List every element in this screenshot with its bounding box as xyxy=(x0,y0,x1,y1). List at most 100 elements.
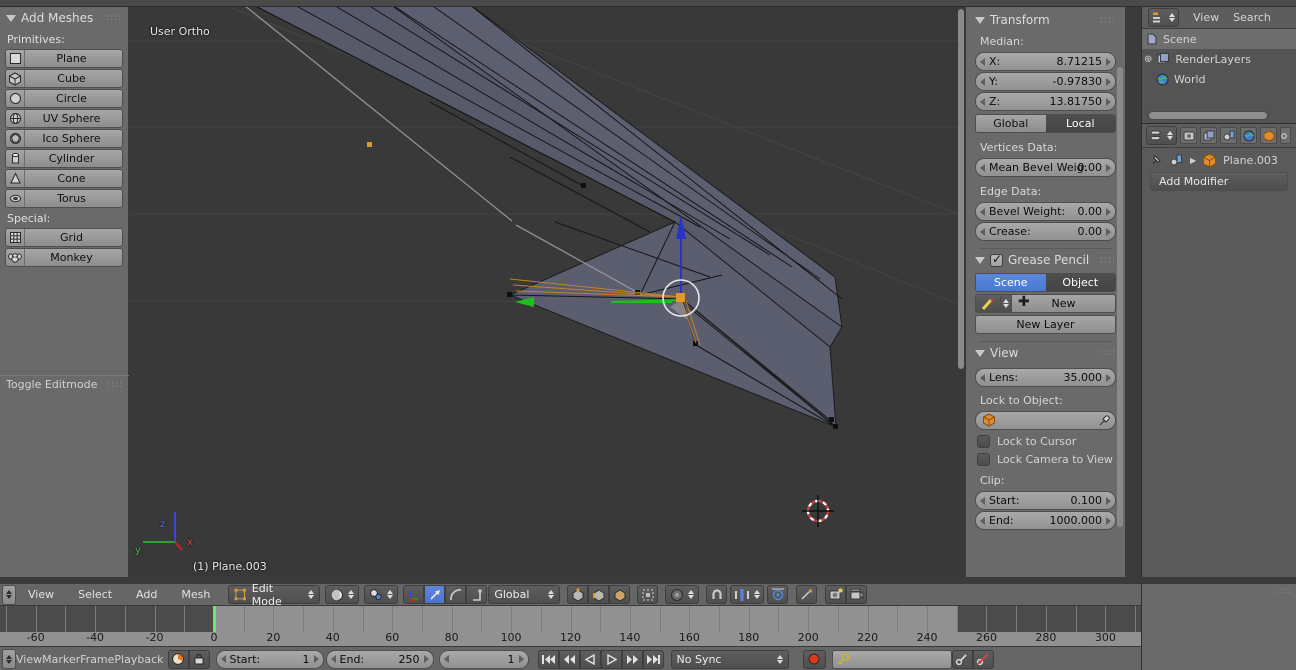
transform-panel-header[interactable]: Transform :::: xyxy=(975,13,1116,27)
collapse-triangle-icon[interactable] xyxy=(975,256,985,264)
lock-camera-to-view-checkbox[interactable] xyxy=(977,453,990,466)
occlude-geometry-icon[interactable] xyxy=(637,585,659,604)
npanel-scrollbar[interactable] xyxy=(1116,7,1124,577)
increment-arrow-icon[interactable] xyxy=(1106,516,1111,525)
outliner-row-renderlayers[interactable]: ⊕ RenderLayers xyxy=(1142,49,1296,69)
increment-arrow-icon[interactable] xyxy=(518,655,524,663)
edge-select-icon[interactable] xyxy=(588,585,610,604)
record-icon[interactable] xyxy=(802,649,826,669)
manipulator-group[interactable] xyxy=(403,585,488,604)
editor-type-selector[interactable] xyxy=(1146,126,1177,145)
timeline-menu-frame[interactable]: Frame xyxy=(80,653,114,666)
decrement-arrow-icon[interactable] xyxy=(980,496,985,505)
gp-brush-icon[interactable] xyxy=(975,294,1001,313)
increment-arrow-icon[interactable] xyxy=(1106,163,1111,172)
keying-buttons-group[interactable] xyxy=(951,649,994,669)
decrement-arrow-icon[interactable] xyxy=(980,97,985,106)
viewport-canvas[interactable] xyxy=(130,7,965,577)
3d-viewport[interactable]: User Ortho (1) Plane.003 z y x xyxy=(130,7,965,577)
delete-keyframe-icon[interactable] xyxy=(972,649,994,669)
decrement-arrow-icon[interactable] xyxy=(980,516,985,525)
outliner-row-scene[interactable]: Scene xyxy=(1142,29,1296,49)
add-circle-button[interactable]: Circle xyxy=(5,89,123,108)
clip-start-field[interactable]: Start: 0.100 xyxy=(975,491,1116,510)
play-reverse-icon[interactable] xyxy=(579,649,601,669)
pivot-point-selector[interactable] xyxy=(665,585,700,604)
increment-arrow-icon[interactable] xyxy=(1106,57,1111,66)
gp-new-button[interactable]: ✚ New xyxy=(1012,294,1116,313)
render-opengl-anim-icon[interactable] xyxy=(846,585,868,604)
current-frame-field[interactable]: 1 xyxy=(438,649,529,669)
tab-constraint-icon[interactable] xyxy=(1280,127,1291,144)
grease-pencil-checkbox[interactable] xyxy=(990,252,1003,267)
tab-renderlayers-icon[interactable] xyxy=(1200,127,1217,144)
manipulator-translate-icon[interactable] xyxy=(424,585,446,604)
timeline-menu-marker[interactable]: Marker xyxy=(42,653,80,666)
increment-arrow-icon[interactable] xyxy=(313,655,319,663)
increment-arrow-icon[interactable] xyxy=(423,655,429,663)
use-preview-range-icon[interactable] xyxy=(167,649,189,669)
collapse-triangle-icon[interactable] xyxy=(6,14,16,22)
lens-field[interactable]: Lens: 35.000 xyxy=(975,368,1116,387)
menu-mesh[interactable]: Mesh xyxy=(169,584,222,606)
lock-to-cursor-row[interactable]: Lock to Cursor xyxy=(977,435,1116,448)
region-grip-icon[interactable]: :::: xyxy=(1276,586,1292,596)
add-uv-sphere-button[interactable]: UV Sphere xyxy=(5,109,123,128)
keying-set-field[interactable] xyxy=(831,649,952,669)
end-frame-field[interactable]: End: 250 xyxy=(325,649,434,669)
increment-arrow-icon[interactable] xyxy=(1106,496,1111,505)
toggle-editmode-label[interactable]: Toggle Editmode xyxy=(6,378,97,391)
panel-grip-icon[interactable]: :::: xyxy=(1100,15,1116,25)
main-menu-bar[interactable] xyxy=(0,0,1296,7)
editor-type-corner-widget[interactable] xyxy=(2,649,16,669)
outliner-menu-view[interactable]: View xyxy=(1193,11,1219,24)
timeline-menu-view[interactable]: View xyxy=(16,653,42,666)
collapse-triangle-icon[interactable] xyxy=(975,349,985,357)
median-y-field[interactable]: Y: -0.97830 xyxy=(975,72,1116,91)
menu-add[interactable]: Add xyxy=(124,584,169,606)
outliner-row-world[interactable]: World xyxy=(1142,69,1296,89)
pivot-selector[interactable] xyxy=(364,585,399,604)
panel-grip-icon[interactable]: :::: xyxy=(1100,348,1116,358)
transport-controls[interactable] xyxy=(537,649,664,669)
jump-start-icon[interactable] xyxy=(537,649,559,669)
menu-select[interactable]: Select xyxy=(66,584,124,606)
median-z-field[interactable]: Z: 13.81750 xyxy=(975,92,1116,111)
panel-grip-icon[interactable]: :::: xyxy=(106,13,122,23)
insert-keyframe-icon[interactable] xyxy=(951,649,973,669)
expand-icon[interactable]: ⊕ xyxy=(1144,54,1152,65)
decrement-arrow-icon[interactable] xyxy=(330,655,336,663)
lock-time-icon[interactable] xyxy=(188,649,210,669)
lock-to-object-field[interactable] xyxy=(975,411,1116,430)
decrement-arrow-icon[interactable] xyxy=(980,227,985,236)
breadcrumb-object-label[interactable]: Plane.003 xyxy=(1223,154,1278,167)
tab-scene-icon[interactable] xyxy=(1220,127,1237,144)
magnet-icon[interactable] xyxy=(706,585,728,604)
manipulator-rotate-icon[interactable] xyxy=(445,585,467,604)
start-frame-field[interactable]: Start: 1 xyxy=(215,649,324,669)
select-mode-group[interactable] xyxy=(567,585,631,604)
decrement-arrow-icon[interactable] xyxy=(443,655,449,663)
fast-forward-icon[interactable] xyxy=(621,649,643,669)
manipulator-toggle-icon[interactable] xyxy=(403,585,425,604)
add-ico-sphere-button[interactable]: Ico Sphere xyxy=(5,129,123,148)
gp-new-layer-button[interactable]: New Layer xyxy=(975,315,1116,334)
sync-mode-selector[interactable]: No Sync xyxy=(670,649,789,669)
viewport-scrollbar-thumb[interactable] xyxy=(958,9,964,369)
outliner-horizontal-scrollbar[interactable] xyxy=(1148,111,1268,120)
menu-view[interactable]: View xyxy=(16,584,66,606)
add-plane-button[interactable]: Plane xyxy=(5,49,123,68)
space-local-button[interactable]: Local xyxy=(1045,115,1115,132)
shading-selector[interactable] xyxy=(325,585,360,604)
manipulator-scale-icon[interactable] xyxy=(466,585,488,604)
transform-space-toggle[interactable]: Global Local xyxy=(975,114,1116,133)
decrement-arrow-icon[interactable] xyxy=(980,373,985,382)
lock-to-cursor-checkbox[interactable] xyxy=(977,435,990,448)
grease-pencil-panel-header[interactable]: Grease Pencil :::: xyxy=(975,252,1116,267)
increment-arrow-icon[interactable] xyxy=(1106,77,1111,86)
panel-grip-icon[interactable]: :::: xyxy=(107,380,123,390)
decrement-arrow-icon[interactable] xyxy=(980,77,985,86)
play-icon[interactable] xyxy=(600,649,622,669)
bevel-weight-field[interactable]: Bevel Weight: 0.00 xyxy=(975,202,1116,221)
timeline-menu-playback[interactable]: Playback xyxy=(114,653,163,666)
